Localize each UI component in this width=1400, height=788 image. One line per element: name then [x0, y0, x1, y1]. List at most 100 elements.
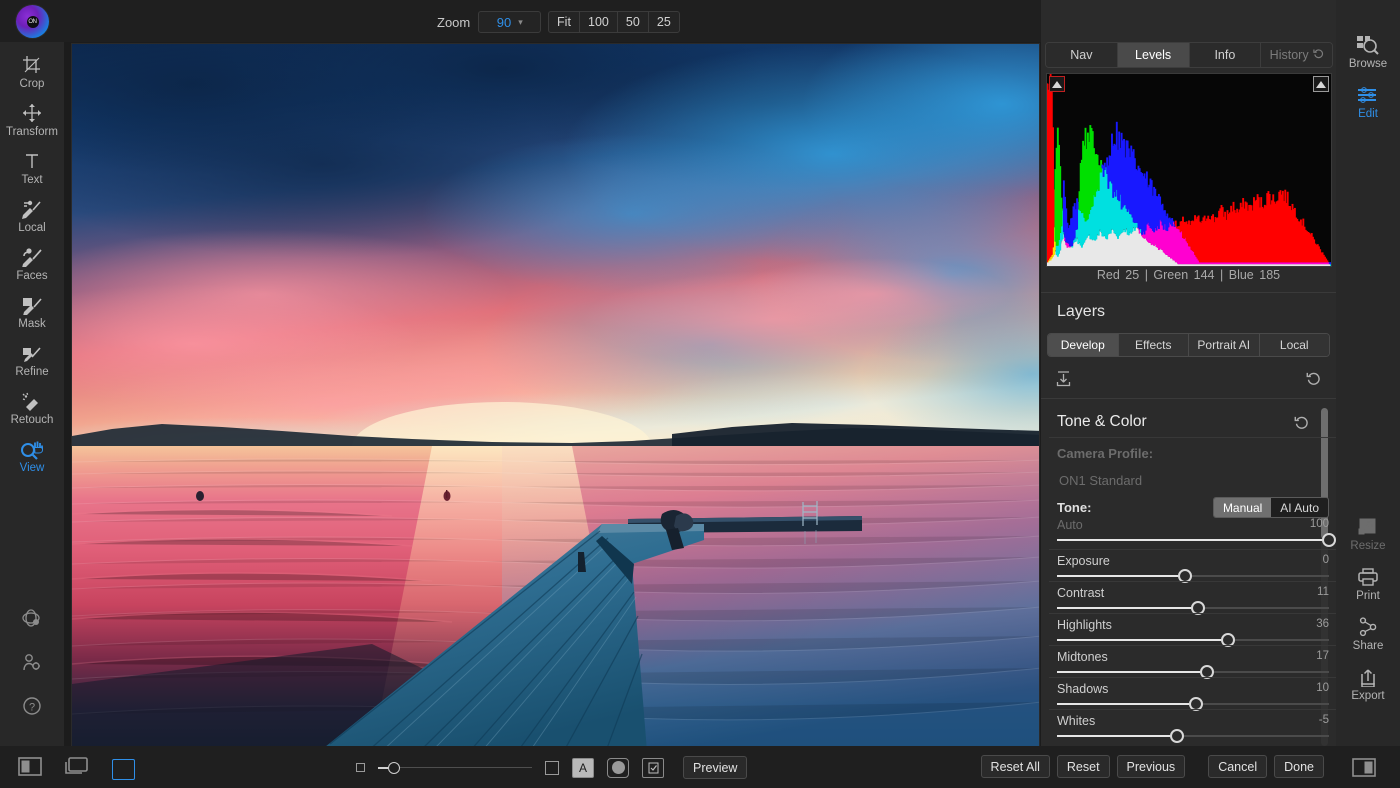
tone-mode-manual[interactable]: Manual: [1214, 498, 1271, 517]
tool-retouch[interactable]: Retouch: [0, 383, 64, 431]
module-print[interactable]: Print: [1336, 558, 1400, 608]
tool-crop[interactable]: Crop: [0, 42, 64, 95]
slider-fill-midtones: [1057, 671, 1207, 673]
slider-knob-whites[interactable]: [1170, 729, 1184, 743]
done-button[interactable]: Done: [1274, 755, 1324, 778]
single-view-icon[interactable]: [112, 759, 135, 780]
slider-whites[interactable]: Whites -5: [1057, 714, 1329, 746]
toggle-right-panel-icon[interactable]: [1352, 757, 1376, 783]
tool-help[interactable]: ?: [0, 684, 64, 728]
module-label-print: Print: [1356, 590, 1380, 602]
slider-fill-exposure: [1057, 575, 1185, 577]
reset-undo-icon[interactable]: [1306, 371, 1321, 391]
image-canvas-area[interactable]: [64, 42, 1040, 746]
bottom-view-modes: [18, 756, 135, 782]
shadow-clip-warning-icon[interactable]: [1049, 76, 1065, 92]
slider-label-contrast: Contrast: [1057, 586, 1104, 600]
tool-local[interactable]: Local: [0, 191, 64, 239]
module-edit[interactable]: Edit: [1336, 76, 1400, 126]
histogram-plot: [1047, 74, 1331, 266]
tool-color-wheel[interactable]: [0, 596, 64, 640]
slider-label-exposure: Exposure: [1057, 554, 1110, 568]
zoom-preset-group: Fit 100 50 25: [548, 11, 680, 33]
reset-all-button[interactable]: Reset All: [981, 755, 1050, 778]
zoom-select[interactable]: 90 ▾: [478, 11, 541, 33]
thumbnail-size-slider[interactable]: [378, 762, 532, 774]
tool-label-retouch: Retouch: [11, 414, 54, 426]
layer-tab-portrait-ai[interactable]: Portrait AI: [1189, 334, 1260, 356]
layer-tab-effects[interactable]: Effects: [1119, 334, 1190, 356]
slider-knob-auto[interactable]: [1322, 533, 1336, 547]
tool-account-settings[interactable]: [0, 640, 64, 684]
module-share[interactable]: Share: [1336, 608, 1400, 658]
section-divider: [1049, 437, 1336, 438]
thumbnail-size-knob[interactable]: [388, 762, 400, 774]
readout-red-value: 25: [1125, 268, 1139, 282]
zoom-preset-25[interactable]: 25: [648, 11, 680, 33]
panel-divider-2: [1041, 398, 1336, 399]
highlight-clip-warning-icon[interactable]: [1313, 76, 1329, 92]
module-label-browse: Browse: [1349, 58, 1387, 70]
cancel-button[interactable]: Cancel: [1208, 755, 1267, 778]
tab-levels[interactable]: Levels: [1118, 43, 1190, 67]
small-thumbnail-icon[interactable]: [356, 763, 365, 772]
layer-tab-local[interactable]: Local: [1260, 334, 1330, 356]
color-wheel-icon: [21, 607, 43, 629]
tool-refine[interactable]: Refine: [0, 335, 64, 383]
tool-transform[interactable]: Transform: [0, 95, 64, 143]
tone-and-color-section: Tone & Color Camera Profile: ON1 Standar…: [1049, 404, 1336, 746]
tool-view[interactable]: View: [0, 431, 64, 479]
zoom-value: 90: [497, 15, 511, 30]
large-thumbnail-icon[interactable]: [545, 761, 559, 775]
soft-proof-icon[interactable]: [607, 758, 629, 778]
layer-tab-develop[interactable]: Develop: [1048, 334, 1119, 356]
tool-faces[interactable]: Faces: [0, 239, 64, 287]
zoom-preset-fit[interactable]: Fit: [548, 11, 580, 33]
tone-mode-ai-auto[interactable]: AI Auto: [1271, 498, 1328, 517]
screen-mode-icon[interactable]: [65, 756, 89, 782]
zoom-preset-50[interactable]: 50: [617, 11, 649, 33]
slider-value-whites: -5: [1319, 714, 1329, 726]
module-label-resize: Resize: [1350, 540, 1385, 552]
preview-button[interactable]: Preview: [683, 756, 747, 779]
app-logo-text: ON: [27, 16, 39, 28]
tab-info[interactable]: Info: [1190, 43, 1262, 67]
slider-label-auto: Auto: [1057, 518, 1083, 532]
zoom-preset-100[interactable]: 100: [579, 11, 618, 33]
module-browse[interactable]: Browse: [1336, 26, 1400, 76]
reset-button[interactable]: Reset: [1057, 755, 1110, 778]
camera-profile-value[interactable]: ON1 Standard: [1059, 473, 1142, 488]
tool-label-mask: Mask: [18, 318, 45, 330]
tool-label-crop: Crop: [20, 78, 45, 90]
export-upload-icon: [1357, 666, 1379, 688]
tab-nav[interactable]: Nav: [1046, 43, 1118, 67]
confirm-group: Cancel Done: [1208, 755, 1324, 778]
previous-button[interactable]: Previous: [1117, 755, 1186, 778]
levels-histogram[interactable]: [1046, 73, 1332, 267]
thumbnail-size-track[interactable]: [400, 767, 532, 769]
module-resize[interactable]: Resize: [1336, 508, 1400, 558]
tool-text[interactable]: Text: [0, 143, 64, 191]
left-utility-group: ?: [0, 596, 64, 728]
edited-photo-preview[interactable]: [71, 43, 1040, 750]
tab-history[interactable]: History: [1261, 43, 1332, 67]
tab-history-label: History: [1270, 48, 1309, 62]
tool-mask[interactable]: Mask: [0, 287, 64, 335]
reset-group: Reset All Reset Previous: [981, 755, 1186, 778]
import-preset-icon[interactable]: [1056, 371, 1071, 392]
crop-icon: [22, 54, 42, 76]
view-zoom-hand-icon: [20, 438, 44, 460]
bottom-action-buttons: Reset All Reset Previous Cancel Done: [981, 755, 1324, 778]
module-export[interactable]: Export: [1336, 658, 1400, 708]
compare-view-icon[interactable]: [18, 756, 42, 782]
show-text-icon[interactable]: A: [572, 758, 594, 778]
slider-fill-whites: [1057, 735, 1177, 737]
section-reset-icon[interactable]: [1294, 415, 1309, 435]
checklist-icon[interactable]: [642, 758, 664, 778]
slider-auto[interactable]: Auto 100: [1057, 518, 1329, 550]
text-icon: [22, 150, 42, 172]
tool-label-faces: Faces: [16, 270, 47, 282]
app-logo[interactable]: ON: [16, 5, 49, 38]
undo-history-icon: [1313, 48, 1324, 62]
chevron-down-icon: ▾: [518, 17, 523, 28]
